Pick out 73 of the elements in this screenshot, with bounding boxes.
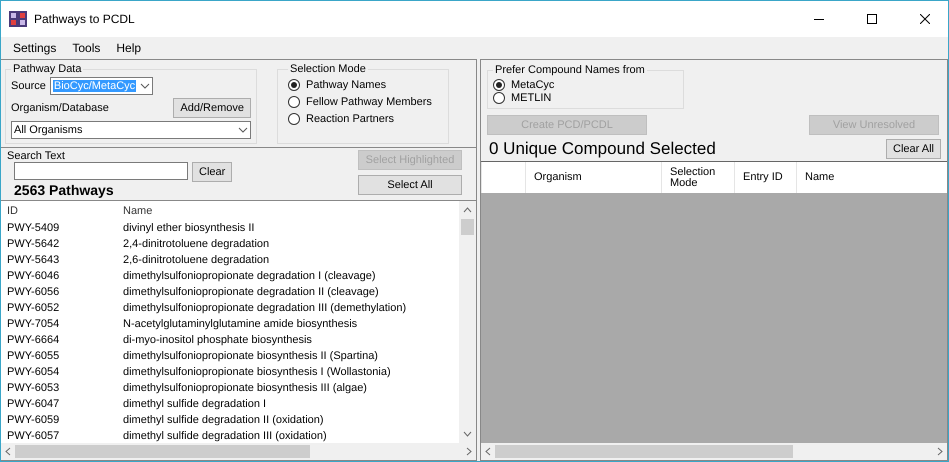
table-cell-text: PWY-6047 [7, 398, 60, 410]
radio-button[interactable] [493, 92, 505, 104]
table-cell-text: dimethylsulfoniopropionate degradation II (cleavage) [123, 286, 380, 298]
table-cell-text: dimethyl sulfide degradation III (oxidation) [123, 430, 328, 442]
field-label: Search Text [7, 150, 66, 162]
organism-dropdown[interactable]: All Organisms [11, 121, 251, 139]
table-cell-text: N-acetylglutaminylglutamine amide biosynthesis [123, 318, 358, 330]
radio-button[interactable] [493, 78, 505, 90]
radio-button[interactable] [288, 96, 300, 108]
minimize-icon [814, 18, 824, 20]
scroll-thumb[interactable] [15, 445, 310, 458]
table-cell-text: PWY-6053 [7, 382, 60, 394]
table-cell-text: 2,6-dinitrotoluene degradation [123, 254, 270, 266]
radio-label: METLIN [511, 92, 552, 104]
menu-item[interactable]: Tools [64, 41, 108, 55]
window-title: Pathways to PCDL [34, 12, 136, 26]
table-cell-text: PWY-5643 [7, 254, 60, 266]
clear-all-button[interactable]: Clear All [886, 139, 941, 159]
table-cell-text: divinyl ether biosynthesis II [123, 222, 256, 234]
table-cell-text: 2,4-dinitrotoluene degradation [123, 238, 270, 250]
table-cell-text: dimethylsulfoniopropionate degradation I (cleavage) [123, 270, 377, 282]
clear-button[interactable]: Clear [192, 162, 232, 182]
group-title: Prefer Compound Names from [494, 64, 646, 76]
table-cell-text: PWY-5642 [7, 238, 60, 250]
scroll-thumb[interactable] [461, 219, 474, 235]
table-cell-text: dimethylsulfoniopropionate biosynthesis II (Spartina) [123, 350, 379, 362]
field-label: Organism/Database [11, 102, 109, 114]
table-cell-text: PWY-6057 [7, 430, 60, 442]
radio-button[interactable] [288, 79, 300, 91]
select-button[interactable]: Select All [358, 175, 462, 195]
app-icon [9, 11, 27, 27]
table-cell-text: dimethylsulfoniopropionate biosynthesis I (Wollastonia) [123, 366, 392, 378]
scroll-up-icon[interactable] [463, 207, 472, 213]
table-cell-text: dimethyl sulfide degradation I [123, 398, 268, 410]
scroll-left-icon[interactable] [5, 447, 11, 456]
radio-label: MetaCyc [511, 78, 554, 90]
table-cell-text: PWY-5409 [7, 222, 60, 234]
radio-label: Fellow Pathway Members [306, 96, 432, 108]
scroll-right-icon[interactable] [466, 447, 472, 456]
pathway-count: 2563 Pathways [14, 182, 115, 198]
scroll-right-icon[interactable] [937, 447, 943, 456]
column-header[interactable]: ID [7, 204, 123, 216]
field-label: Source [11, 80, 46, 92]
table-cell-text: PWY-6052 [7, 302, 60, 314]
table-cell-text: dimethylsulfoniopropionate degradation III (demethylation) [123, 302, 408, 314]
table-cell-text: di-myo-inositol phosphate biosynthesis [123, 334, 313, 346]
column-header[interactable]: Name [123, 204, 459, 216]
table-cell-text: PWY-6054 [7, 366, 60, 378]
search-field[interactable] [14, 162, 188, 180]
menu-item[interactable]: Settings [5, 41, 64, 55]
compound-count: 0 Unique Compound Selected [489, 139, 716, 159]
radio-label: Reaction Partners [306, 113, 394, 125]
table-cell-text: PWY-6055 [7, 350, 60, 362]
table-cell-text: PWY-6046 [7, 270, 60, 282]
table-cell-text: dimethylsulfoniopropionate biosynthesis III (algae) [123, 382, 368, 394]
radio-button[interactable] [288, 113, 300, 125]
table-cell-text: PWY-7054 [7, 318, 60, 330]
table-cell-text: PWY-6664 [7, 334, 60, 346]
group-title: Selection Mode [289, 63, 367, 75]
scroll-thumb[interactable] [495, 445, 793, 458]
table-cell-text: PWY-6056 [7, 286, 60, 298]
radio-label: Pathway Names [306, 79, 386, 91]
horizontal-scrollbar[interactable] [1, 443, 476, 460]
scroll-down-icon[interactable] [463, 431, 472, 437]
add-remove-button[interactable]: Add/Remove [173, 98, 251, 118]
scroll-left-icon[interactable] [485, 447, 491, 456]
vertical-scrollbar[interactable] [459, 201, 476, 443]
table-cell-text: dimethyl sulfide degradation II (oxidation) [123, 414, 325, 426]
table-cell-text: PWY-6059 [7, 414, 60, 426]
menu-item[interactable]: Help [108, 41, 150, 55]
maximize-icon [867, 14, 877, 24]
group-title: Pathway Data [12, 63, 82, 75]
close-icon [920, 14, 930, 24]
